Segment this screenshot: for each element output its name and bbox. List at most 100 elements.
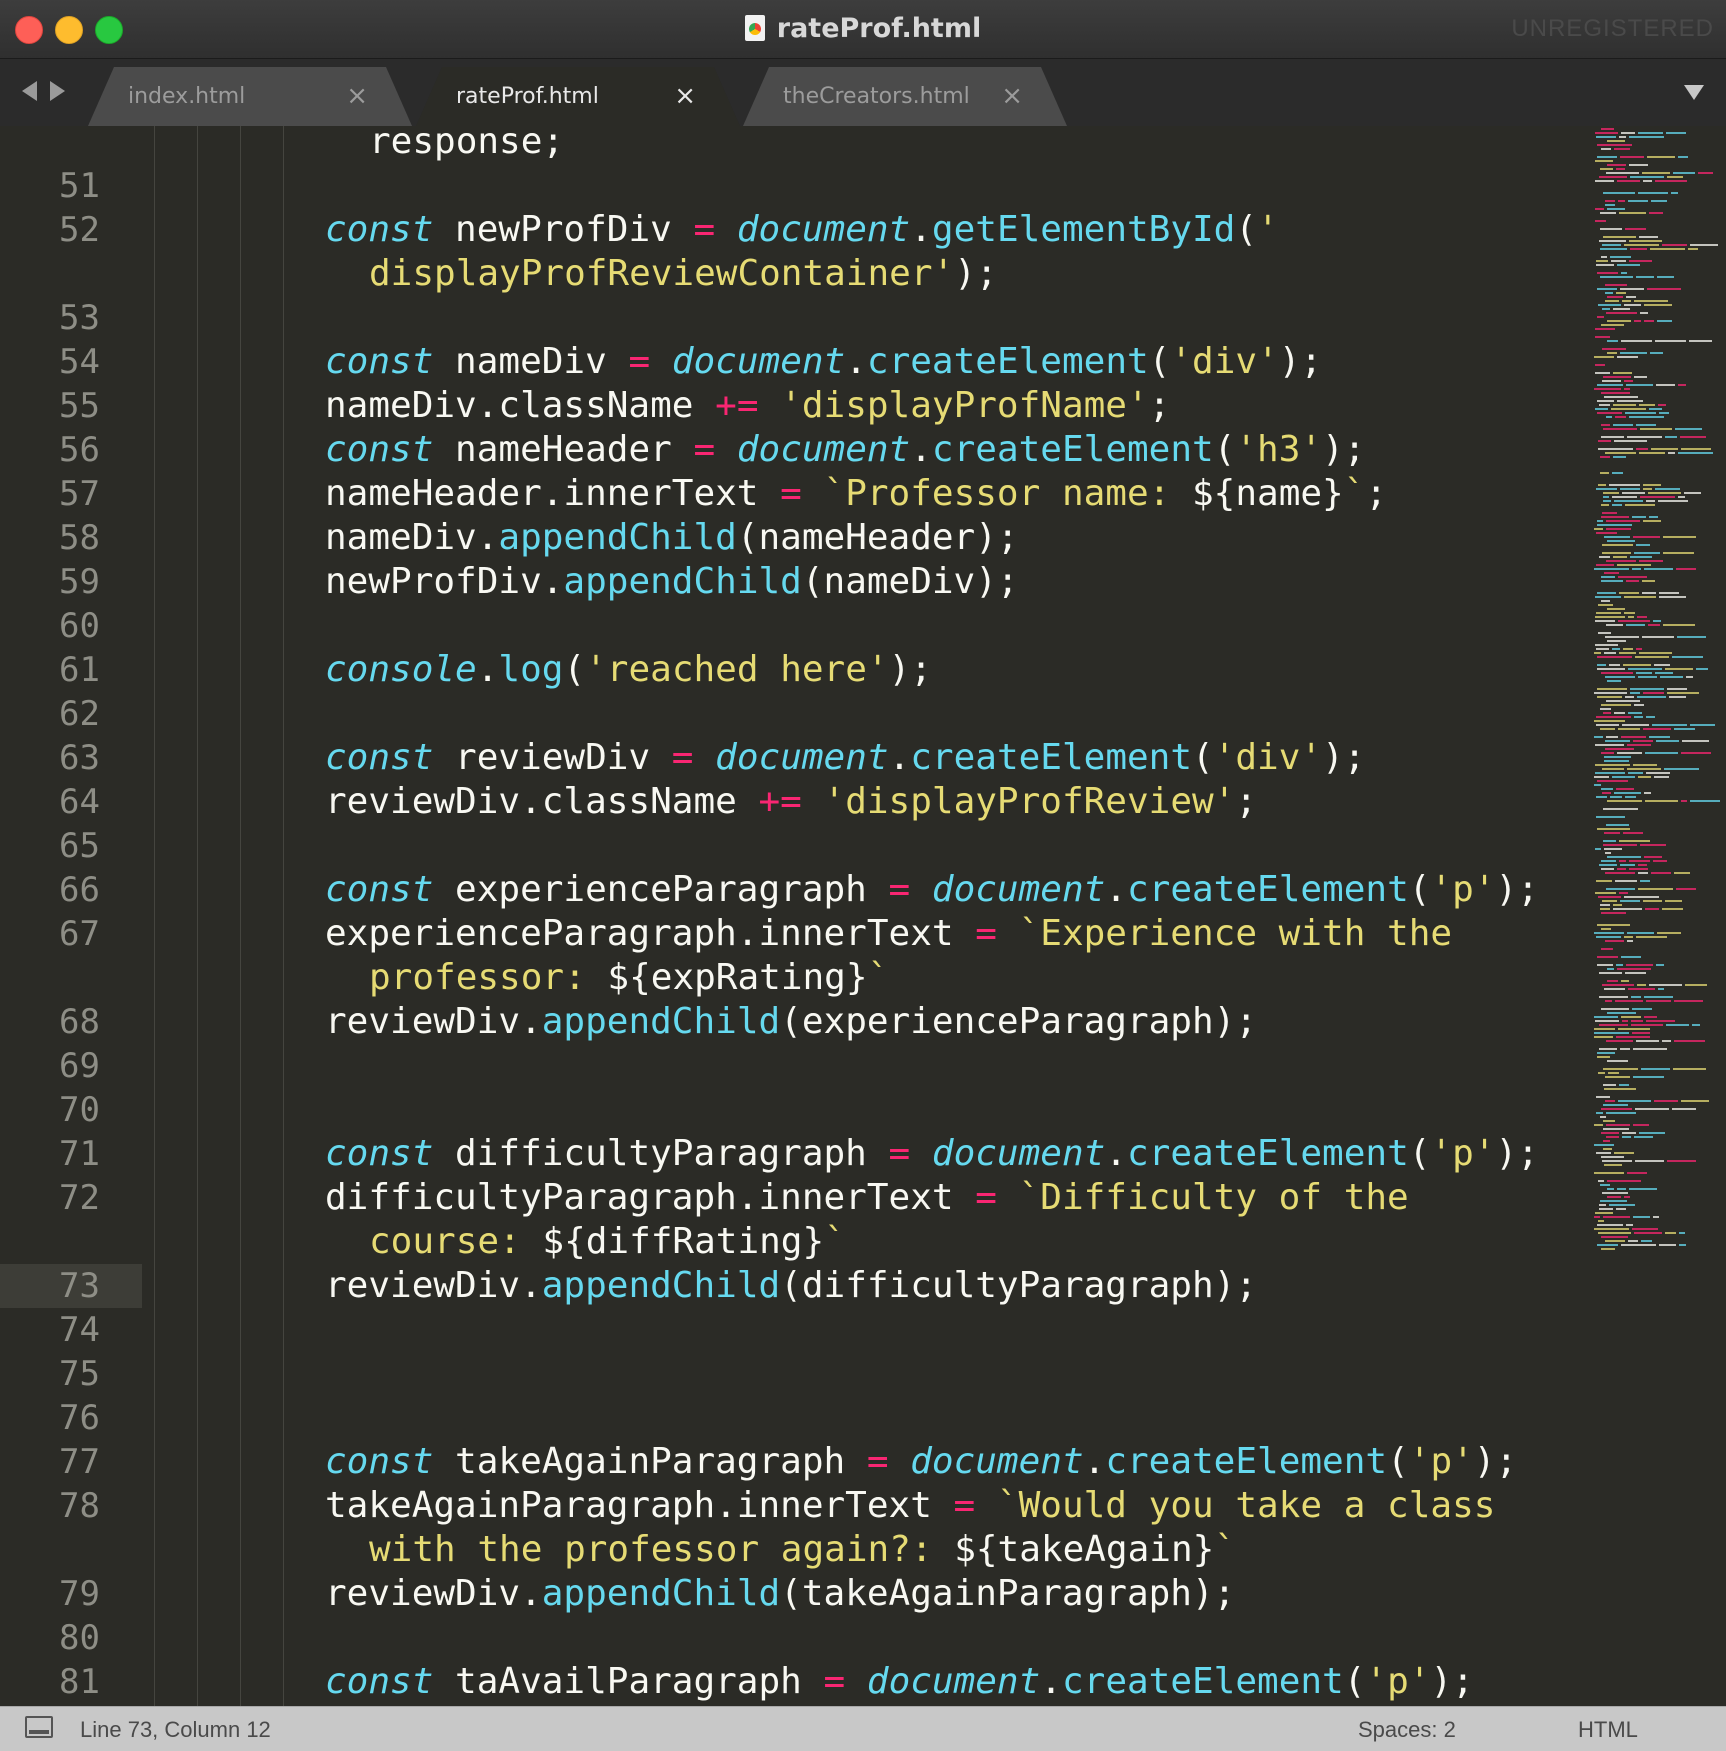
code-token: document: [931, 1133, 1106, 1174]
tab-index-html[interactable]: index.html ×: [88, 67, 412, 126]
minimap-stroke: [1620, 1048, 1630, 1050]
minimap-stroke: [1696, 668, 1708, 670]
minimap-stroke: [1644, 792, 1651, 794]
minimap-stroke: [1631, 1020, 1643, 1022]
minimap-stroke: [1605, 1100, 1615, 1102]
minimap-stroke: [1601, 928, 1611, 930]
code-token: reviewDiv: [433, 737, 672, 778]
minimap-stroke: [1601, 860, 1616, 862]
minimap-stroke: [1644, 856, 1662, 858]
code-token: nameDiv.: [325, 517, 499, 558]
minimap-stroke: [1630, 692, 1640, 694]
minimap-stroke: [1617, 400, 1643, 402]
window-title-text: rateProf.html: [776, 13, 982, 44]
minimap-stroke: [1667, 692, 1699, 694]
next-tab-arrow-icon[interactable]: [50, 81, 65, 101]
minimap-stroke: [1686, 676, 1693, 678]
tab-close-icon[interactable]: ×: [674, 81, 696, 111]
minimap-stroke: [1618, 620, 1650, 622]
line-number: 57: [59, 474, 100, 514]
indent-guide: [197, 126, 198, 1706]
minimap-stroke: [1598, 440, 1611, 442]
code-token: taAvailParagraph: [433, 1661, 824, 1702]
code-token: ;: [1365, 473, 1388, 514]
minimap-stroke: [1669, 696, 1686, 698]
minimap-stroke: [1643, 728, 1671, 730]
minimap-stroke: [1638, 776, 1651, 778]
minimap-stroke: [1598, 1180, 1604, 1182]
minimap-stroke: [1659, 592, 1679, 594]
previous-tab-arrow-icon[interactable]: [22, 81, 37, 101]
line-number: 58: [59, 518, 100, 558]
line-number: 74: [59, 1310, 100, 1350]
indent-guide: [240, 126, 241, 1706]
minimap-stroke: [1633, 536, 1660, 538]
line-number-gutter[interactable]: 51 52 53 54 55 56 57 58 59 60 61 62 63 64 65 66 67 68 69 70…: [0, 126, 142, 1706]
minimap-stroke: [1607, 1012, 1636, 1014]
code-line: const experienceParagraph = document.cre…: [325, 868, 1539, 912]
minimap-stroke: [1616, 964, 1623, 966]
minimap-stroke: [1642, 636, 1674, 638]
panel-toggle-icon[interactable]: [25, 1716, 53, 1738]
code-line: professor: ${expRating}`: [369, 956, 889, 1000]
minimap-stroke: [1624, 936, 1633, 938]
minimap-stroke: [1610, 256, 1631, 258]
minimap-stroke: [1603, 1068, 1638, 1070]
minimap[interactable]: [1592, 126, 1726, 1256]
minimap-stroke: [1638, 872, 1648, 874]
minimap-stroke: [1598, 448, 1633, 450]
minimap-stroke: [1644, 996, 1673, 998]
code-token: `Professor name:: [823, 473, 1192, 514]
code-line: const reviewDiv = document.createElement…: [325, 736, 1365, 780]
code-line: nameDiv.className += 'displayProfName';: [325, 384, 1170, 428]
minimap-stroke: [1601, 1008, 1629, 1010]
minimap-stroke: [1617, 264, 1640, 266]
tab-thecreators-html[interactable]: theCreators.html ×: [743, 67, 1067, 126]
line-number: 60: [59, 606, 100, 646]
minimap-stroke: [1594, 1124, 1603, 1126]
minimap-stroke: [1626, 384, 1653, 386]
minimap-stroke: [1594, 784, 1601, 786]
minimap-stroke: [1621, 340, 1652, 342]
minimap-stroke: [1607, 800, 1642, 802]
minimap-stroke: [1636, 936, 1667, 938]
minimap-stroke: [1627, 1172, 1647, 1174]
code-token: displayProfReviewContainer': [369, 253, 955, 294]
tab-list-dropdown-icon[interactable]: [1684, 85, 1704, 100]
code-token: =: [975, 1177, 997, 1218]
minimap-stroke: [1681, 448, 1711, 450]
minimap-stroke: [1646, 500, 1655, 502]
code-token: document: [910, 1441, 1084, 1482]
syntax-mode[interactable]: HTML: [1578, 1717, 1638, 1743]
minimap-stroke: [1639, 452, 1665, 454]
indentation-setting[interactable]: Spaces: 2: [1358, 1717, 1456, 1743]
minimap-stroke: [1636, 1040, 1659, 1042]
line-number: 64: [59, 782, 100, 822]
minimap-stroke: [1649, 212, 1663, 214]
tab-close-icon[interactable]: ×: [1001, 81, 1023, 111]
minimap-stroke: [1638, 888, 1673, 890]
code-token: experienceParagraph.innerText: [325, 913, 976, 954]
tab-close-icon[interactable]: ×: [346, 81, 368, 111]
minimap-stroke: [1644, 568, 1673, 570]
tab-rateprof-html[interactable]: rateProf.html ×: [416, 67, 740, 126]
code-token: nameHeader: [433, 429, 694, 470]
minimap-stroke: [1637, 984, 1646, 986]
minimap-stroke: [1632, 516, 1646, 518]
code-editor[interactable]: 51 52 53 54 55 56 57 58 59 60 61 62 63 64 65 66 67 68 69 70…: [0, 126, 1726, 1706]
line-number: 77: [59, 1442, 100, 1482]
minimap-stroke: [1605, 452, 1636, 454]
minimap-stroke: [1601, 1248, 1615, 1250]
minimap-stroke: [1652, 724, 1687, 726]
minimap-stroke: [1620, 488, 1640, 490]
minimap-stroke: [1595, 644, 1618, 646]
indent-guide: [283, 126, 284, 1706]
minimap-stroke: [1634, 1232, 1662, 1234]
minimap-stroke: [1601, 672, 1633, 674]
minimap-stroke: [1601, 1108, 1632, 1110]
code-token: (: [563, 649, 586, 690]
indent-guide: [154, 126, 155, 1706]
minimap-stroke: [1630, 556, 1652, 558]
code-token: const: [325, 341, 434, 382]
